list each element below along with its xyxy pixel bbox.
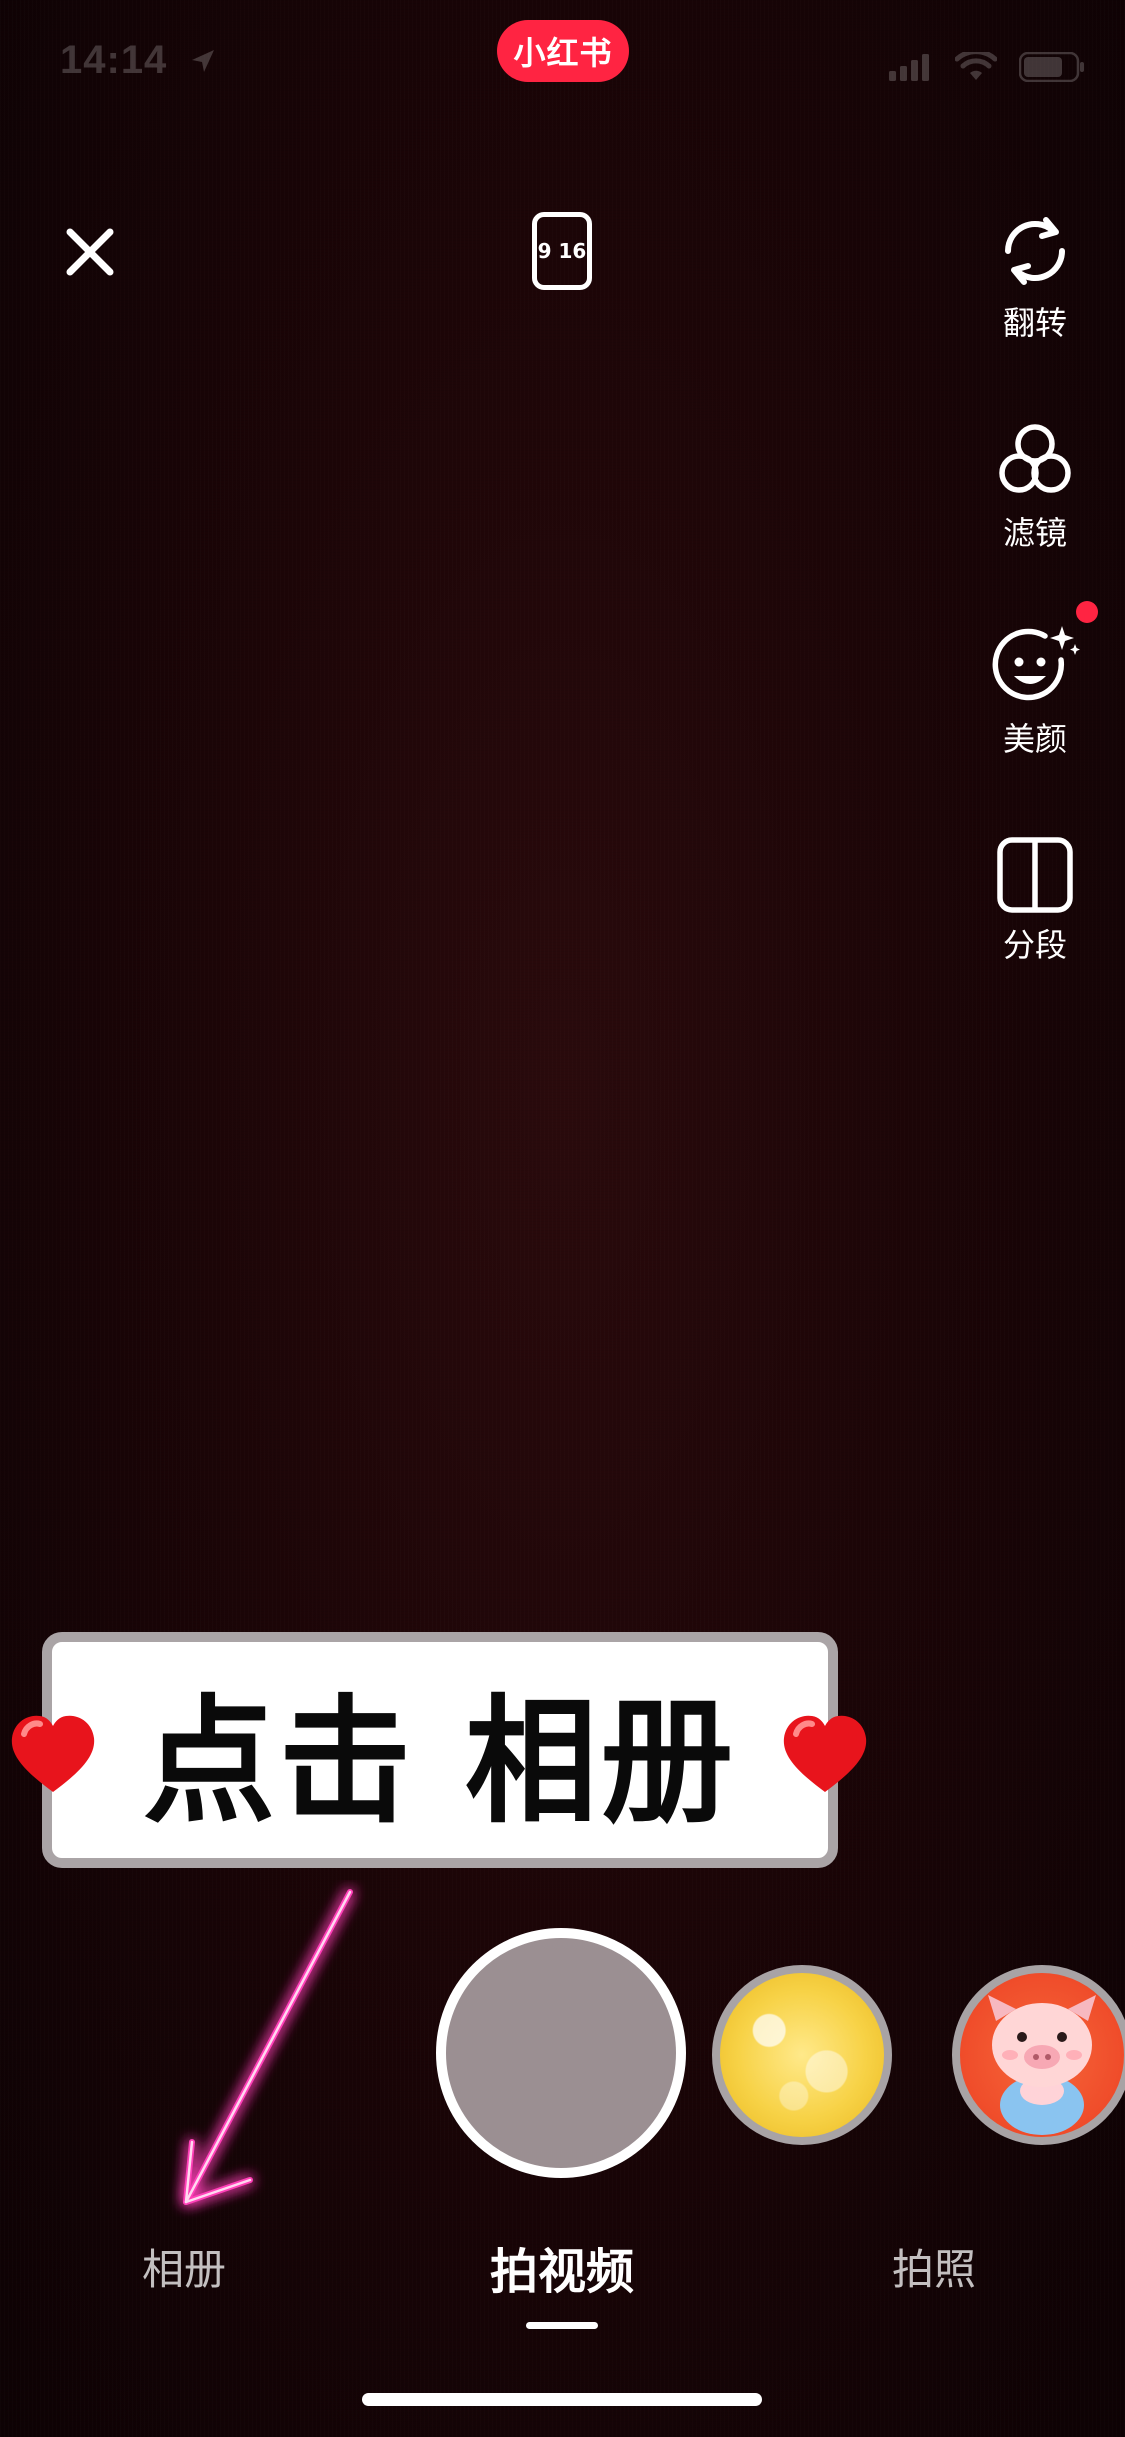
tool-flip[interactable]: 翻转 xyxy=(980,210,1090,344)
gold-bubbles-effect[interactable] xyxy=(712,1965,892,2145)
active-mode-indicator xyxy=(526,2322,598,2329)
wifi-icon xyxy=(955,52,997,80)
camera-screen: 14:14 小红书 9 16 翻转 滤镜 美颜 分段 点击 相册 相册 拍视频 … xyxy=(0,0,1125,2437)
beauty-face-icon xyxy=(992,626,1080,701)
tool-beauty[interactable]: 美颜 xyxy=(980,624,1090,760)
mode-photo[interactable]: 拍照 xyxy=(892,2236,976,2297)
tool-label: 美颜 xyxy=(1002,720,1067,758)
filter-icon xyxy=(999,424,1071,493)
notification-dot xyxy=(1076,601,1098,623)
battery-icon xyxy=(1019,52,1084,82)
segment-icon xyxy=(997,837,1073,913)
heart-icon xyxy=(11,1715,95,1792)
pointer-arrow-icon xyxy=(183,1889,353,2205)
close-icon[interactable] xyxy=(60,222,120,282)
flip-camera-icon xyxy=(1005,217,1065,285)
tool-label: 翻转 xyxy=(1002,304,1067,342)
mode-album[interactable]: 相册 xyxy=(142,2236,226,2297)
app-badge[interactable]: 小红书 xyxy=(497,20,629,82)
tool-label: 滤镜 xyxy=(1002,514,1067,552)
aspect-ratio-button[interactable]: 9 16 xyxy=(532,212,592,290)
mode-video[interactable]: 拍视频 xyxy=(490,2232,634,2302)
record-button[interactable] xyxy=(436,1928,686,2178)
tool-label: 分段 xyxy=(1002,926,1067,964)
signal-icon xyxy=(889,54,929,81)
location-arrow-icon xyxy=(192,50,214,72)
heart-icon xyxy=(783,1715,867,1792)
tutorial-banner: 点击 相册 xyxy=(42,1632,838,1868)
status-time: 14:14 xyxy=(60,38,168,82)
pig-sticker-effect[interactable] xyxy=(952,1965,1125,2145)
home-indicator[interactable] xyxy=(362,2393,762,2406)
status-icons xyxy=(889,52,1085,82)
tool-filter[interactable]: 滤镜 xyxy=(980,420,1090,554)
pig-icon xyxy=(988,1995,1096,2135)
banner-text: 点击 相册 xyxy=(143,1681,737,1843)
tool-segment[interactable]: 分段 xyxy=(980,836,1090,966)
